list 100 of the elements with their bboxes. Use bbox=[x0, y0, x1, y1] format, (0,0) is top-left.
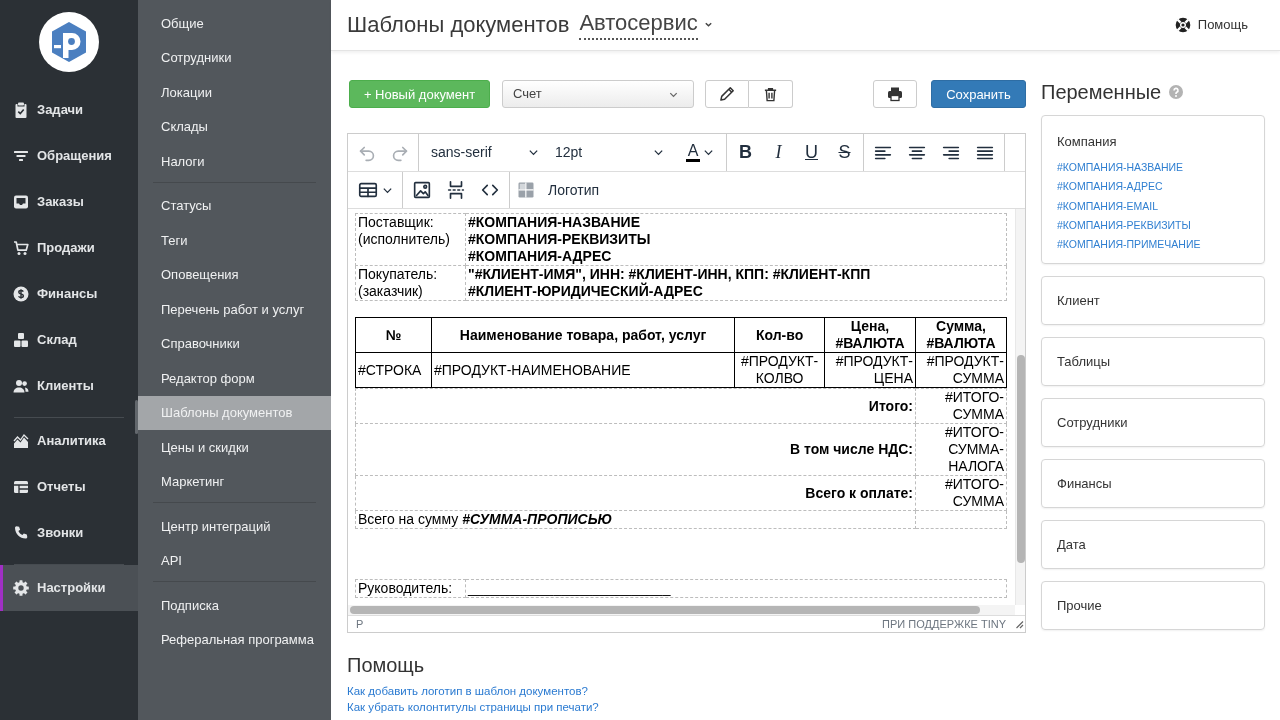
party-value: #КОМПАНИЯ-НАЗВАНИЕ #КОМПАНИЯ-РЕКВИЗИТЫ #КОМПАНИЯ-АДРЕС bbox=[465, 213, 1007, 266]
scrollbar-thumb[interactable] bbox=[350, 606, 980, 614]
table-cell: #ПРОДУКТ-ЦЕНА bbox=[824, 352, 916, 388]
logo-button[interactable]: Логотип bbox=[512, 173, 604, 207]
section-title: Помощь bbox=[347, 653, 426, 677]
page-title: Шаблоны документов bbox=[347, 11, 570, 39]
dollar-icon bbox=[13, 286, 29, 302]
nav-item[interactable]: Аналитика bbox=[0, 418, 138, 464]
panel-title[interactable]: Компания bbox=[1057, 133, 1249, 150]
settings-nav-item[interactable]: Оповещения bbox=[138, 257, 331, 292]
clipboard-check-icon bbox=[13, 102, 29, 118]
panel-title[interactable]: Сотрудники bbox=[1057, 414, 1249, 432]
column-header: Сумма, #ВАЛЮТА bbox=[915, 317, 1007, 353]
pencil-icon bbox=[719, 86, 735, 102]
help-link[interactable]: Как убрать колонтитулы страницы при печати? bbox=[347, 699, 599, 715]
bold-button[interactable]: B bbox=[729, 135, 762, 170]
table-cell: #ПРОДУКТ-КОЛВО bbox=[734, 352, 825, 388]
nav-item[interactable]: Задачи bbox=[0, 87, 138, 133]
fill-in-line: __________________________ bbox=[468, 580, 671, 596]
nav-item[interactable]: Финансы bbox=[0, 271, 138, 317]
template-select[interactable]: Счет bbox=[502, 80, 694, 108]
nav-item[interactable]: Обращения bbox=[0, 133, 138, 179]
nav-item[interactable]: Настройки bbox=[0, 565, 138, 611]
settings-nav-item[interactable]: Центр интеграций bbox=[138, 509, 331, 544]
settings-nav-item[interactable]: Общие bbox=[138, 6, 331, 41]
underline-button[interactable]: U bbox=[795, 135, 828, 170]
delete-button[interactable] bbox=[749, 80, 793, 108]
nav-item[interactable]: Заказы bbox=[0, 179, 138, 225]
help-button[interactable]: Помощь bbox=[1174, 15, 1248, 35]
settings-nav-item[interactable]: Реферальная программа bbox=[138, 622, 331, 657]
settings-nav-item[interactable]: Теги bbox=[138, 223, 331, 258]
variable-link[interactable]: #КОМПАНИЯ-НАЗВАНИЕ bbox=[1057, 158, 1184, 178]
settings-nav-item[interactable]: API bbox=[138, 543, 331, 578]
total-value: #ИТОГО-СУММА bbox=[915, 475, 1007, 511]
italic-button[interactable]: I bbox=[762, 135, 795, 170]
nav-item[interactable]: Отчеты bbox=[0, 464, 138, 510]
save-button[interactable]: Сохранить bbox=[931, 80, 1026, 108]
settings-nav-item[interactable]: Цены и скидки bbox=[138, 430, 331, 465]
edit-button[interactable] bbox=[705, 80, 749, 108]
lifebuoy-icon bbox=[1174, 17, 1191, 33]
table-icon bbox=[13, 479, 29, 495]
variable-link[interactable]: #КОМПАНИЯ-ПРИМЕЧАНИЕ bbox=[1057, 235, 1201, 255]
scrollbar-thumb[interactable] bbox=[1016, 355, 1025, 563]
total-label: В том числе НДС: bbox=[355, 423, 916, 476]
settings-nav-item[interactable]: Статусы bbox=[138, 188, 331, 223]
settings-icon bbox=[13, 580, 29, 596]
table-cell: #ПРОДУКТ-НАИМЕНОВАНИЕ bbox=[431, 352, 735, 388]
font-family-select[interactable]: sans-serif bbox=[421, 135, 545, 170]
table-cell: #ПРОДУКТ-СУММА bbox=[915, 352, 1007, 388]
signature-label: Руководитель: bbox=[355, 579, 466, 598]
nav-item[interactable]: Звонки bbox=[0, 510, 138, 556]
element-path: P bbox=[356, 616, 364, 632]
filter-icon bbox=[13, 148, 29, 164]
nav-item[interactable]: Продажи bbox=[0, 225, 138, 271]
settings-nav-item[interactable]: Маркетинг bbox=[138, 464, 331, 499]
settings-nav-item[interactable]: Налоги bbox=[138, 144, 331, 179]
panel-title[interactable]: Таблицы bbox=[1057, 353, 1249, 371]
settings-nav-item[interactable]: Склады bbox=[138, 109, 331, 144]
total-label: Всего к оплате: bbox=[355, 475, 916, 511]
phone-icon bbox=[13, 525, 29, 541]
column-header: Кол-во bbox=[734, 317, 825, 353]
section-title: Переменные bbox=[1041, 80, 1162, 104]
table-cell: #СТРОКА bbox=[355, 352, 432, 388]
chevron-icon bbox=[703, 147, 715, 158]
help-link[interactable]: Как добавить логотип в шаблон документов? bbox=[347, 683, 588, 699]
panel-title[interactable]: Клиент bbox=[1057, 292, 1249, 310]
print-button[interactable] bbox=[873, 80, 917, 108]
party-label: Поставщик: (исполнитель) bbox=[355, 213, 466, 266]
nav-item[interactable]: Склад bbox=[0, 317, 138, 363]
nav-item[interactable]: Клиенты bbox=[0, 363, 138, 409]
panel-title[interactable]: Финансы bbox=[1057, 475, 1249, 493]
printer-icon bbox=[887, 86, 903, 102]
settings-nav-item[interactable]: Подписка bbox=[138, 588, 331, 623]
page-break-icon bbox=[445, 179, 467, 201]
settings-nav-item[interactable]: Редактор форм bbox=[138, 361, 331, 396]
settings-nav-item[interactable]: Перечень работ и услуг bbox=[138, 292, 331, 327]
branding-text: ПРИ ПОДДЕРЖКЕ TINY bbox=[882, 616, 1006, 632]
inbox-icon bbox=[13, 194, 29, 210]
settings-nav-item[interactable]: Локации bbox=[138, 75, 331, 110]
column-header: Цена, #ВАЛЮТА bbox=[824, 317, 916, 353]
panel-title[interactable]: Дата bbox=[1057, 536, 1249, 554]
scrollbar-thumb[interactable] bbox=[135, 400, 138, 434]
chevron-icon bbox=[703, 20, 713, 30]
strikethrough-button[interactable]: S bbox=[828, 135, 861, 170]
text-color-button[interactable]: A bbox=[676, 135, 724, 170]
panel-title[interactable]: Прочие bbox=[1057, 597, 1249, 615]
logo-icon bbox=[39, 12, 99, 72]
help-icon bbox=[1169, 85, 1184, 99]
variable-link[interactable]: #КОМПАНИЯ-АДРЕС bbox=[1057, 177, 1163, 197]
settings-nav-item[interactable]: Сотрудники bbox=[138, 40, 331, 75]
variable-link[interactable]: #КОМПАНИЯ-EMAIL bbox=[1057, 196, 1159, 216]
settings-nav-item[interactable]: Справочники bbox=[138, 326, 331, 361]
party-label: Покупатель: (заказчик) bbox=[355, 265, 466, 301]
total-value: #ИТОГО-СУММА-НАЛОГА bbox=[915, 423, 1007, 476]
font-size-select[interactable]: 12pt bbox=[545, 135, 670, 170]
variable-link[interactable]: #КОМПАНИЯ-РЕКВИЗИТЫ bbox=[1057, 215, 1191, 236]
trash-icon bbox=[763, 86, 778, 102]
resize-handle-icon bbox=[1014, 619, 1024, 629]
company-dropdown[interactable]: Автосервис bbox=[579, 10, 713, 40]
total-label: Итого: bbox=[355, 388, 916, 424]
